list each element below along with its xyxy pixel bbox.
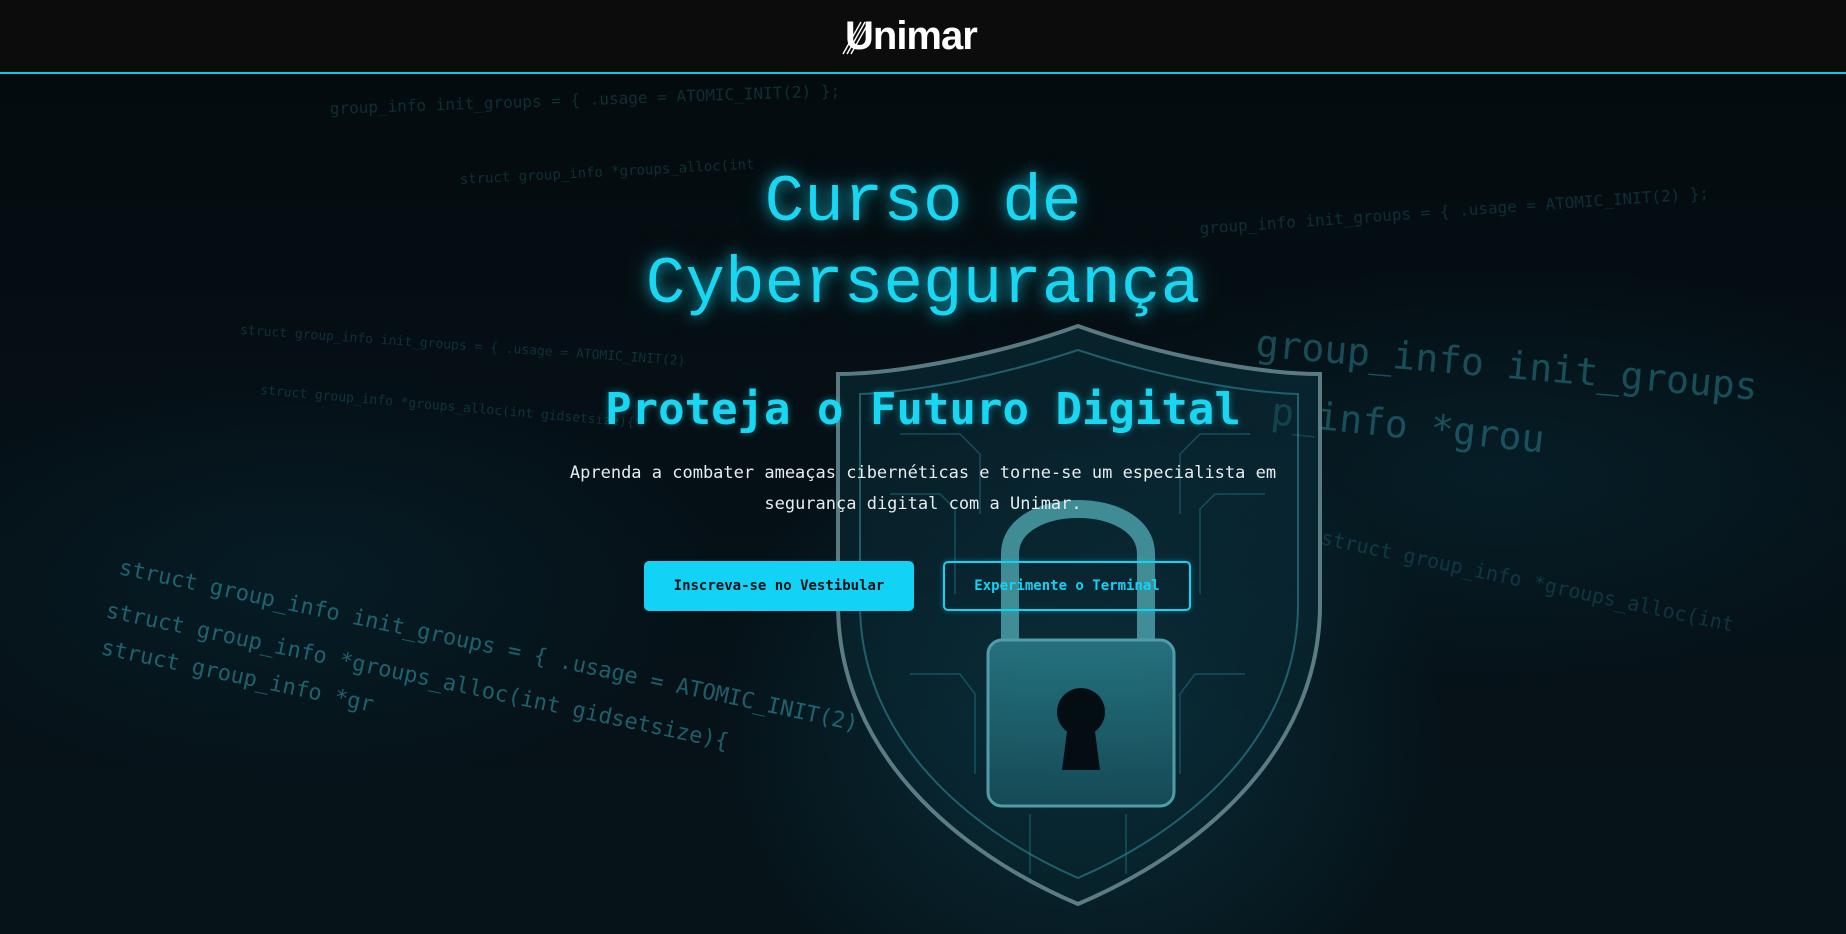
- hero-content: Curso de Cybersegurança Proteja o Futuro…: [0, 74, 1846, 934]
- top-navbar: Unimar: [0, 0, 1846, 74]
- hero-subtitle: Proteja o Futuro Digital: [605, 384, 1241, 435]
- hero-description: Aprenda a combater ameaças cibernéticas …: [569, 463, 1277, 514]
- page: group_info init_groups = { .usage = ATOM…: [0, 0, 1846, 934]
- title-line-1: Curso de: [764, 165, 1082, 240]
- title-line-2: Cybersegurança: [645, 247, 1201, 322]
- unimar-logo[interactable]: Unimar: [842, 14, 995, 58]
- try-terminal-button[interactable]: Experimente o Terminal: [943, 561, 1191, 611]
- page-title: Curso de Cybersegurança: [0, 162, 1846, 326]
- logo-text: Unimar: [845, 14, 978, 58]
- enroll-vestibular-button[interactable]: Inscreva-se no Vestibular: [644, 561, 914, 611]
